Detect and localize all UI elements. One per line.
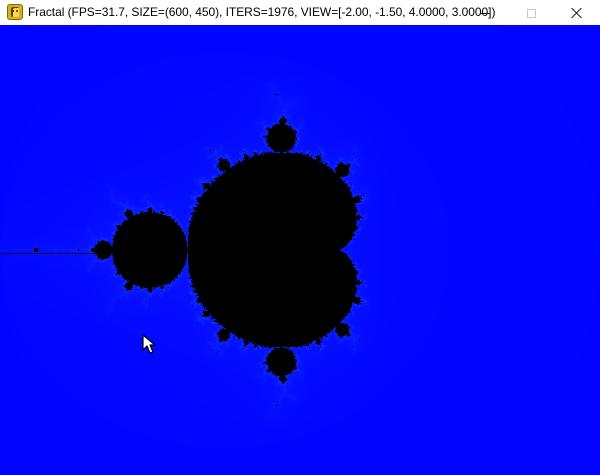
title-bar[interactable]: Fractal (FPS=31.7, SIZE=(600, 450), ITER…	[0, 0, 600, 25]
window-title: Fractal (FPS=31.7, SIZE=(600, 450), ITER…	[28, 5, 496, 19]
mandelbrot-canvas[interactable]	[0, 25, 600, 475]
fractal-window: Fractal (FPS=31.7, SIZE=(600, 450), ITER…	[0, 0, 600, 475]
maximize-icon	[526, 8, 536, 18]
minimize-icon	[480, 12, 490, 14]
maximize-button[interactable]	[508, 0, 554, 25]
close-icon	[571, 7, 583, 19]
minimize-button[interactable]	[462, 0, 508, 25]
pygame-snake-icon	[7, 4, 23, 20]
fractal-viewport[interactable]	[0, 25, 600, 475]
close-button[interactable]	[554, 0, 600, 25]
